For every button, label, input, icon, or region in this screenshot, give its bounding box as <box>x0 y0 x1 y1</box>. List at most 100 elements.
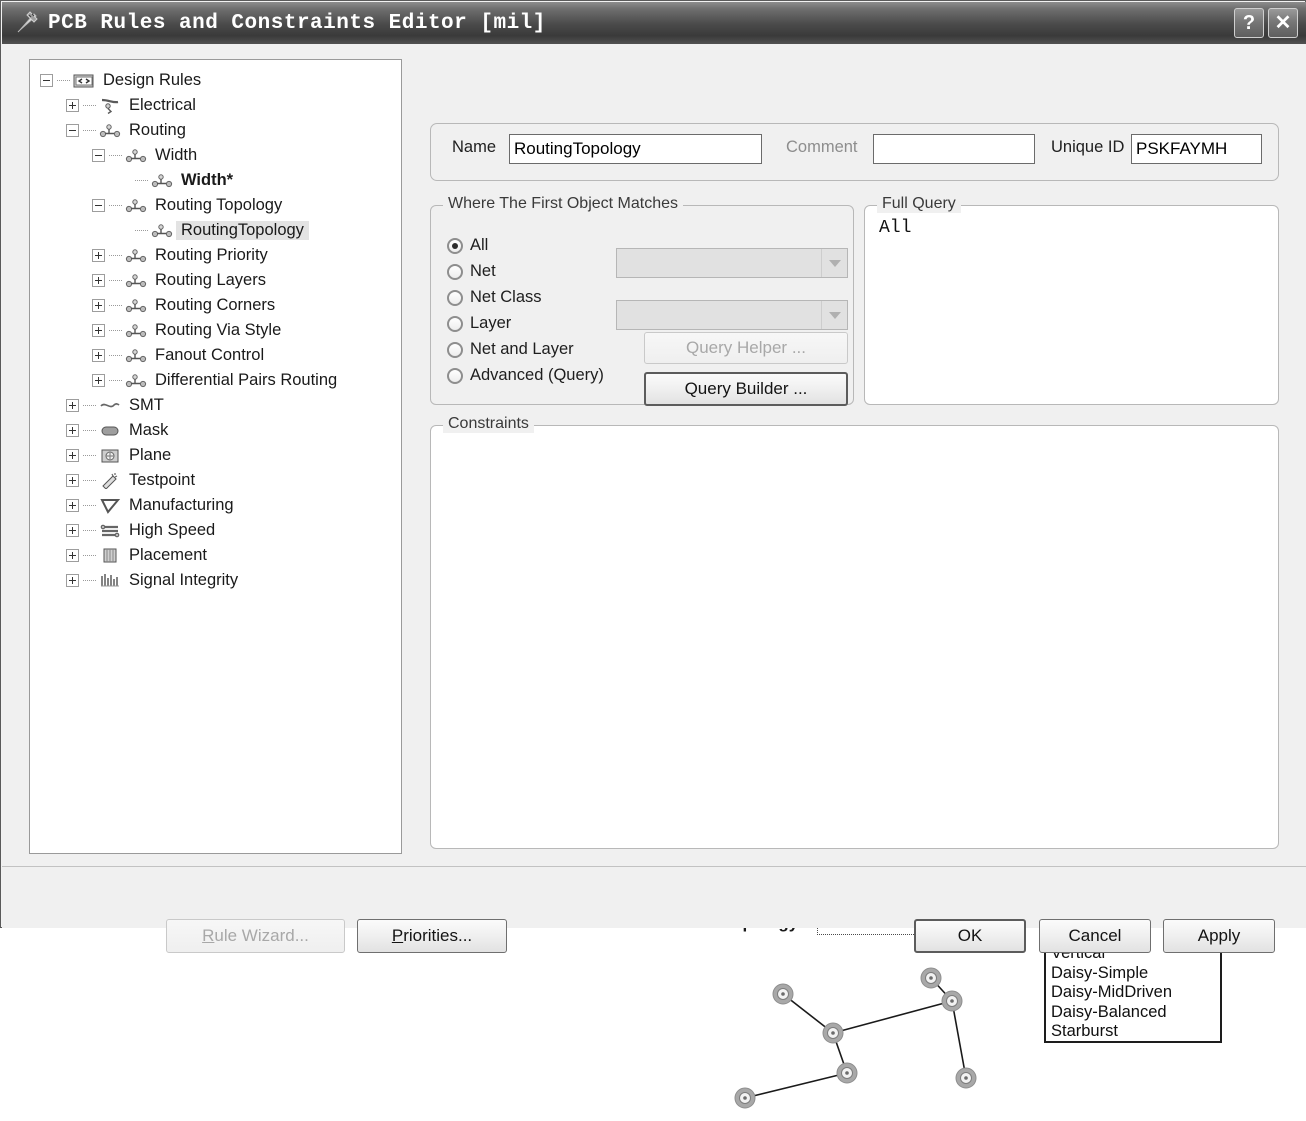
tree-item-width[interactable]: Width <box>30 143 401 168</box>
net-class-combo[interactable] <box>616 300 848 330</box>
tree-item-routing-topology[interactable]: Routing Topology <box>30 193 401 218</box>
radio-advanced-query[interactable]: Advanced (Query) <box>447 366 604 385</box>
unique-id-input[interactable]: PSKFAYMH <box>1131 134 1262 164</box>
tree-item-mask[interactable]: Mask <box>30 418 401 443</box>
radio-indicator[interactable] <box>447 290 463 306</box>
expand-icon[interactable] <box>66 99 79 112</box>
collapse-icon[interactable] <box>66 124 79 137</box>
tree-item-routingtopology[interactable]: RoutingTopology <box>30 218 401 243</box>
priorities-button[interactable]: Priorities... <box>357 919 507 953</box>
radio-net[interactable]: Net <box>447 262 496 281</box>
expand-icon[interactable] <box>66 474 79 487</box>
tree-item-smt[interactable]: SMT <box>30 393 401 418</box>
tree-item-signal-integrity[interactable]: Signal Integrity <box>30 568 401 593</box>
pad-node <box>823 1023 843 1043</box>
comment-label: Comment <box>786 138 858 157</box>
radio-all[interactable]: All <box>447 236 488 255</box>
topology-option-daisy-simple[interactable]: Daisy-Simple <box>1048 964 1218 984</box>
expand-icon[interactable] <box>66 399 79 412</box>
comment-input[interactable] <box>873 134 1035 164</box>
collapse-icon[interactable] <box>92 149 105 162</box>
tree-line <box>109 280 123 281</box>
tree-item-routing-via-style[interactable]: Routing Via Style <box>30 318 401 343</box>
radio-label: Layer <box>470 314 511 333</box>
radio-layer[interactable]: Layer <box>447 314 511 333</box>
tree-item-routing-corners[interactable]: Routing Corners <box>30 293 401 318</box>
priorities-label: riorities... <box>403 926 472 946</box>
tree-item-differential-pairs-routing[interactable]: Differential Pairs Routing <box>30 368 401 393</box>
tree-item-label: Width <box>150 146 202 165</box>
radio-indicator[interactable] <box>447 238 463 254</box>
close-button[interactable]: ✕ <box>1268 8 1298 38</box>
tree-item-label: Fanout Control <box>150 346 269 365</box>
tree-line <box>83 455 97 456</box>
topology-option-starburst[interactable]: Starburst <box>1048 1022 1218 1042</box>
tree-item-manufacturing[interactable]: Manufacturing <box>30 493 401 518</box>
rule-wizard-button[interactable]: Rule Wizard... <box>166 919 345 953</box>
shortest-topology-preview <box>721 951 1001 1121</box>
expand-icon[interactable] <box>92 349 105 362</box>
tree-line <box>135 230 149 231</box>
smt-icon <box>99 397 121 414</box>
name-input[interactable]: RoutingTopology <box>509 134 762 164</box>
name-label: Name <box>452 138 496 157</box>
tree-item-width[interactable]: Width* <box>30 168 401 193</box>
topology-option-daisy-balanced[interactable]: Daisy-Balanced <box>1048 1003 1218 1023</box>
apply-button[interactable]: Apply <box>1163 919 1275 953</box>
rule-wizard-label: ule Wizard... <box>214 926 308 946</box>
tree-item-design-rules[interactable]: Design Rules <box>30 68 401 93</box>
expand-icon[interactable] <box>66 574 79 587</box>
tree-item-label: Plane <box>124 446 176 465</box>
tree-item-label: SMT <box>124 396 169 415</box>
collapse-icon[interactable] <box>40 74 53 87</box>
radio-net-and-layer[interactable]: Net and Layer <box>447 340 574 359</box>
query-helper-button[interactable]: Query Helper ... <box>644 332 848 364</box>
chevron-down-icon <box>821 249 847 277</box>
testpoint-icon <box>99 472 121 489</box>
expand-icon[interactable] <box>66 499 79 512</box>
design-rules-tree[interactable]: Design RulesElectricalRouting Width Width*… <box>29 59 402 854</box>
tree-item-electrical[interactable]: Electrical <box>30 93 401 118</box>
tree-line <box>83 405 97 406</box>
query-builder-button[interactable]: Query Builder ... <box>644 372 848 406</box>
tree-item-fanout-control[interactable]: Fanout Control <box>30 343 401 368</box>
cancel-button[interactable]: Cancel <box>1039 919 1151 953</box>
expand-icon[interactable] <box>66 549 79 562</box>
tree-item-routing-priority[interactable]: Routing Priority <box>30 243 401 268</box>
radio-label: Advanced (Query) <box>470 366 604 385</box>
radio-indicator[interactable] <box>447 368 463 384</box>
radio-net-class[interactable]: Net Class <box>447 288 542 307</box>
where-first-object-group: Where The First Object Matches AllNetNet… <box>430 205 854 405</box>
expand-icon[interactable] <box>66 424 79 437</box>
ok-button[interactable]: OK <box>914 919 1026 953</box>
tree-item-routing-layers[interactable]: Routing Layers <box>30 268 401 293</box>
radio-indicator[interactable] <box>447 342 463 358</box>
routing-icon <box>125 347 147 364</box>
tree-connector <box>118 174 131 187</box>
tree-item-label: High Speed <box>124 521 220 540</box>
expand-icon[interactable] <box>66 524 79 537</box>
tree-item-placement[interactable]: Placement <box>30 543 401 568</box>
tree-item-plane[interactable]: Plane <box>30 443 401 468</box>
expand-icon[interactable] <box>92 299 105 312</box>
pad-node <box>837 1063 857 1083</box>
tree-line <box>83 480 97 481</box>
tree-item-testpoint[interactable]: Testpoint <box>30 468 401 493</box>
radio-indicator[interactable] <box>447 264 463 280</box>
tree-line <box>109 205 123 206</box>
collapse-icon[interactable] <box>92 199 105 212</box>
radio-indicator[interactable] <box>447 316 463 332</box>
expand-icon[interactable] <box>92 274 105 287</box>
pad-node <box>735 1088 755 1108</box>
expand-icon[interactable] <box>92 374 105 387</box>
expand-icon[interactable] <box>92 249 105 262</box>
help-button[interactable]: ? <box>1234 8 1264 38</box>
tree-line <box>83 105 97 106</box>
net-connection <box>745 1073 847 1098</box>
topology-option-daisy-middriven[interactable]: Daisy-MidDriven <box>1048 983 1218 1003</box>
expand-icon[interactable] <box>92 324 105 337</box>
expand-icon[interactable] <box>66 449 79 462</box>
tree-item-high-speed[interactable]: High Speed <box>30 518 401 543</box>
tree-item-routing[interactable]: Routing <box>30 118 401 143</box>
net-combo[interactable] <box>616 248 848 278</box>
